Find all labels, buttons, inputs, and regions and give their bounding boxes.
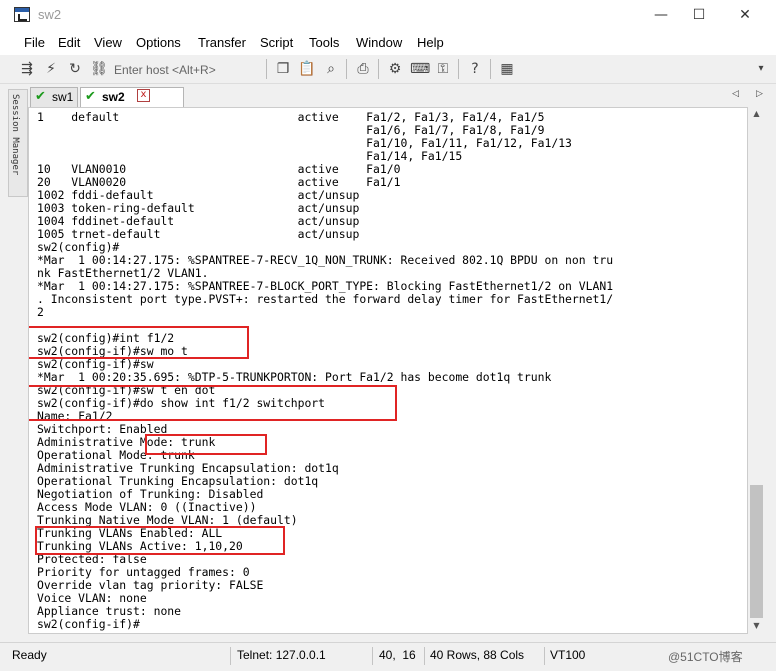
toolbar-separator [458, 59, 459, 79]
tab-prev-icon[interactable]: ◁ [732, 89, 739, 99]
watermark-text: @51CTO博客 [668, 650, 743, 664]
find-icon[interactable]: ⌕ [322, 60, 340, 78]
close-button[interactable]: ✕ [722, 0, 768, 31]
menu-help[interactable]: Help [417, 35, 444, 50]
quick-connect-icon[interactable]: ⚡ [42, 60, 60, 78]
toolbar-separator [266, 59, 267, 79]
connected-check-icon: ✔ [35, 89, 46, 104]
status-emulation: VT100 [550, 648, 586, 662]
session-options-icon[interactable]: ▦ [498, 60, 516, 78]
menu-options[interactable]: Options [136, 35, 181, 50]
status-separator [230, 647, 231, 665]
status-cursor-position: 40, 16 [379, 648, 416, 662]
session-manager-tab[interactable]: Session Manager [8, 89, 28, 197]
tab-label: sw1 [52, 90, 74, 104]
status-ready: Ready [12, 648, 47, 662]
tab-next-icon[interactable]: ▷ [756, 89, 763, 99]
connected-check-icon: ✔ [85, 89, 96, 104]
window-title: sw2 [38, 7, 62, 22]
status-separator [544, 647, 545, 665]
menu-window[interactable]: Window [356, 35, 402, 50]
status-separator [372, 647, 373, 665]
print-icon[interactable]: ⎙ [354, 60, 372, 78]
keymap-icon[interactable]: ⌨ [410, 60, 430, 78]
terminal-view[interactable]: 1 default active Fa1/2, Fa1/3, Fa1/4, Fa… [28, 107, 748, 634]
disconnect-icon[interactable]: ⛓ [90, 60, 108, 78]
status-separator [424, 647, 425, 665]
tab-label: sw2 [102, 90, 125, 104]
paste-icon[interactable]: 📋 [298, 60, 316, 78]
menu-file[interactable]: File [24, 35, 45, 50]
toolbar-overflow-icon[interactable]: ▾ [752, 60, 770, 78]
host-input[interactable] [114, 60, 262, 79]
tab-close-icon[interactable]: x [137, 89, 150, 102]
terminal-scrollbar[interactable]: ▲ ▼ [748, 107, 765, 634]
copy-icon[interactable]: ❐ [274, 60, 292, 78]
menu-tools[interactable]: Tools [309, 35, 339, 50]
maximize-button[interactable]: ☐ [676, 0, 722, 31]
menu-edit[interactable]: Edit [58, 35, 80, 50]
connect-icon[interactable]: ⇶ [18, 60, 36, 78]
reconnect-icon[interactable]: ↻ [66, 60, 84, 78]
terminal-line: 1005 trnet-default act/unsup [37, 227, 360, 241]
session-manager-label: Session Manager [10, 94, 20, 176]
tab-sw1[interactable]: ✔ sw1 [30, 87, 78, 107]
menu-view[interactable]: View [94, 35, 122, 50]
settings-icon[interactable]: ⚙ [386, 60, 404, 78]
highlight-box-admin-mode [145, 434, 267, 455]
status-bar: Ready Telnet: 127.0.0.1 40, 16 40 Rows, … [0, 642, 776, 671]
scrollbar-thumb[interactable] [750, 485, 763, 618]
menu-bar: File Edit View Options Transfer Script T… [0, 31, 776, 55]
toolbar-separator [378, 59, 379, 79]
title-bar: sw2 — ☐ ✕ [0, 0, 776, 31]
scroll-down-icon[interactable]: ▼ [748, 621, 765, 630]
toolbar-separator [490, 59, 491, 79]
highlight-box-trunking-vlans [35, 526, 285, 555]
highlight-box-show-switchport [29, 385, 397, 421]
terminal-line: . Inconsistent port type.PVST+: restarte… [37, 292, 614, 306]
status-terminal-size: 40 Rows, 88 Cols [430, 648, 525, 662]
toolbar-separator [346, 59, 347, 79]
terminal-line: sw2(config-if)# [37, 617, 140, 631]
status-connection: Telnet: 127.0.0.1 [237, 648, 326, 662]
menu-script[interactable]: Script [260, 35, 293, 50]
scroll-up-icon[interactable]: ▲ [748, 109, 765, 118]
menu-transfer[interactable]: Transfer [198, 35, 246, 50]
tab-sw2[interactable]: ✔ sw2 [80, 87, 184, 107]
highlight-box-int-sw-mode [29, 326, 249, 359]
toolbar: ⇶ ⚡ ↻ ⛓ ❐ 📋 ⌕ ⎙ ⚙ ⌨ ⚿ ? ▦ ▾ [0, 55, 776, 84]
help-icon[interactable]: ? [466, 60, 484, 78]
terminal-line: 2 [37, 305, 44, 319]
securecrt-app-icon [14, 7, 30, 22]
session-tab-bar: ✔ sw1 ✔ sw2 x ◁ ▷ [28, 86, 776, 107]
sftp-icon[interactable]: ⚿ [434, 60, 452, 78]
